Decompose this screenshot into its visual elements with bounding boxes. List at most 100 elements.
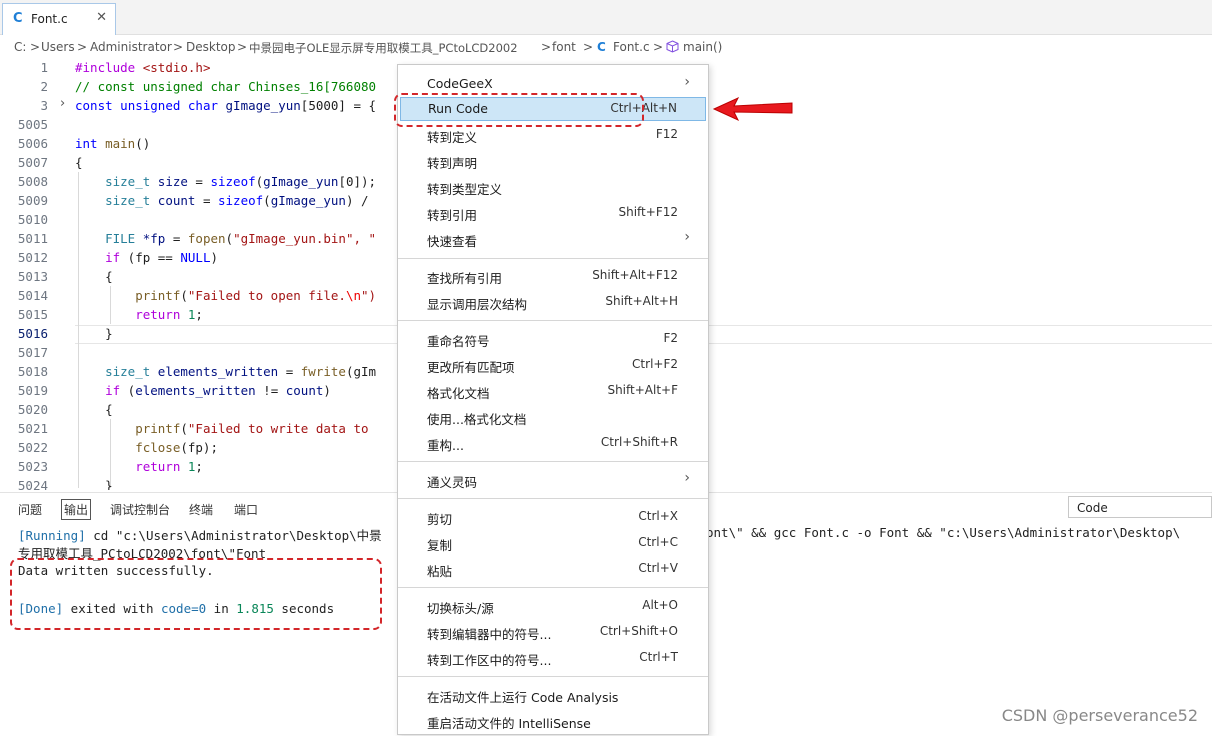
breadcrumb-desktop[interactable]: Desktop — [186, 40, 236, 54]
breadcrumb-folder[interactable]: 中景园电子OLE显示屏专用取模工具_PCtoLCD2002 — [249, 40, 518, 56]
chevron-right-icon: › — [684, 470, 690, 486]
menu-item-go-to-symbol-in-workspace[interactable]: 转到工作区中的符号... Ctrl+T — [398, 646, 708, 670]
menu-item-rename-symbol[interactable]: 重命名符号 F2 — [398, 327, 708, 351]
menu-separator — [398, 587, 708, 588]
code-line: size_t elements_written = fwrite(gIm — [75, 364, 377, 379]
cube-icon — [666, 40, 679, 56]
line-number: 5012 — [17, 250, 48, 265]
breadcrumb-file[interactable]: Font.c — [613, 40, 650, 54]
line-number: 5010 — [17, 212, 48, 227]
breadcrumb-separator: > — [173, 40, 184, 54]
code-line: fclose(fp); — [75, 440, 218, 455]
code-line: { — [75, 269, 113, 284]
c-file-icon: C — [13, 11, 23, 26]
context-menu: CodeGeeX › Run Code Ctrl+Alt+N 转到定义 F12 转到声… — [397, 64, 709, 735]
fold-chevron-icon[interactable]: › — [60, 96, 65, 111]
menu-item-copy[interactable]: 复制 Ctrl+C — [398, 531, 708, 555]
menu-item-go-to-symbol-in-editor[interactable]: 转到编辑器中的符号... Ctrl+Shift+O — [398, 620, 708, 644]
menu-item-format-document[interactable]: 格式化文档 Shift+Alt+F — [398, 379, 708, 403]
breadcrumb-font[interactable]: font — [552, 40, 576, 54]
line-number: 5013 — [17, 269, 48, 284]
chevron-right-icon: › — [684, 229, 690, 245]
watermark: CSDN @perseverance52 — [1001, 706, 1198, 725]
output-channel-select[interactable]: Code — [1068, 496, 1212, 518]
line-number: 5023 — [17, 459, 48, 474]
code-line: size_t size = sizeof(gImage_yun[0]); — [75, 174, 377, 189]
menu-separator — [398, 461, 708, 462]
menu-separator — [398, 498, 708, 499]
breadcrumb: C: > Users > Administrator > Desktop > 中… — [0, 36, 1212, 58]
line-number: 5008 — [17, 174, 48, 189]
line-number: 5014 — [17, 288, 48, 303]
line-number: 5007 — [17, 155, 48, 170]
code-line: { — [75, 402, 113, 417]
menu-separator — [398, 320, 708, 321]
code-line: FILE *fp = fopen("gImage_yun.bin", " — [75, 231, 377, 246]
line-number: 5011 — [17, 231, 48, 246]
line-number: 5009 — [17, 193, 48, 208]
menu-item-switch-header-source[interactable]: 切换标头/源 Alt+O — [398, 594, 708, 618]
menu-item-change-all-occurrences[interactable]: 更改所有匹配项 Ctrl+F2 — [398, 353, 708, 377]
code-line: } — [75, 326, 113, 341]
menu-separator — [398, 676, 708, 677]
line-number: 5020 — [17, 402, 48, 417]
menu-item-restart-intellisense[interactable]: 重启活动文件的 IntelliSense — [398, 709, 708, 733]
menu-item-show-call-hierarchy[interactable]: 显示调用层次结构 Shift+Alt+H — [398, 290, 708, 314]
menu-item-format-document-with[interactable]: 使用...格式化文档 — [398, 405, 708, 429]
tab-font-c[interactable]: C Font.c ✕ — [2, 3, 116, 35]
line-number: 5021 — [17, 421, 48, 436]
breadcrumb-separator: > — [30, 40, 41, 54]
menu-item-refactor[interactable]: 重构... Ctrl+Shift+R — [398, 431, 708, 455]
code-line: return 1; — [75, 459, 203, 474]
editor-tab-bar: C Font.c ✕ — [0, 0, 1212, 35]
menu-item-tongyi-lingma[interactable]: 通义灵码 › — [398, 468, 708, 492]
line-number: 2 — [40, 79, 48, 94]
c-file-icon: C — [597, 40, 606, 54]
line-number: 5017 — [17, 345, 48, 360]
line-number: 3 — [40, 98, 48, 113]
menu-item-cut[interactable]: 剪切 Ctrl+X — [398, 505, 708, 529]
code-line: printf("Failed to open file.\n") — [75, 288, 377, 303]
tab-ports[interactable]: 端口 — [234, 501, 258, 518]
line-number: 5019 — [17, 383, 48, 398]
line-number: 5022 — [17, 440, 48, 455]
code-line: // const unsigned char Chinses_16[766080 — [75, 79, 377, 94]
close-icon[interactable]: ✕ — [96, 10, 107, 25]
code-line: const unsigned char gImage_yun[5000] = { — [75, 98, 377, 113]
menu-item-go-to-type-definition[interactable]: 转到类型定义 — [398, 175, 708, 199]
tab-debug-console[interactable]: 调试控制台 — [110, 501, 170, 518]
breadcrumb-separator: > — [237, 40, 248, 54]
code-line: if (elements_written != count) — [75, 383, 331, 398]
breadcrumb-users[interactable]: Users — [41, 40, 75, 54]
tab-label: Font.c — [31, 12, 68, 26]
output-line: ont\" && gcc Font.c -o Font && "c:\Users… — [706, 525, 1181, 540]
menu-item-go-to-declaration[interactable]: 转到声明 — [398, 149, 708, 173]
line-number: 5006 — [17, 136, 48, 151]
line-number: 5015 — [17, 307, 48, 322]
tab-output[interactable]: 输出 — [61, 499, 92, 520]
tab-terminal[interactable]: 终端 — [189, 501, 213, 518]
breadcrumb-symbol[interactable]: main() — [683, 40, 722, 54]
code-line: } — [75, 478, 113, 490]
breadcrumb-separator: > — [541, 40, 552, 54]
menu-item-paste[interactable]: 粘贴 Ctrl+V — [398, 557, 708, 581]
code-line: if (fp == NULL) — [75, 250, 219, 265]
breadcrumb-separator: > — [583, 40, 594, 54]
tab-problems[interactable]: 问题 — [18, 501, 42, 518]
breadcrumb-drive[interactable]: C: — [14, 40, 26, 54]
menu-item-go-to-references[interactable]: 转到引用 Shift+F12 — [398, 201, 708, 225]
code-line: #include <stdio.h> — [75, 60, 211, 75]
line-number: 1 — [40, 60, 48, 75]
menu-item-find-all-references[interactable]: 查找所有引用 Shift+Alt+F12 — [398, 264, 708, 288]
menu-separator — [398, 258, 708, 259]
code-line: printf("Failed to write data to — [75, 421, 369, 436]
run-code-highlight-ring — [394, 93, 644, 127]
code-line: int main() — [75, 136, 151, 151]
menu-item-peek[interactable]: 快速查看 › — [398, 227, 708, 251]
line-number: 5016 — [17, 326, 48, 341]
breadcrumb-administrator[interactable]: Administrator — [90, 40, 172, 54]
code-line: return 1; — [75, 307, 203, 322]
menu-item-run-code-analysis[interactable]: 在活动文件上运行 Code Analysis — [398, 683, 708, 707]
line-number: 5024 — [17, 478, 48, 493]
line-number: 5005 — [17, 117, 48, 132]
